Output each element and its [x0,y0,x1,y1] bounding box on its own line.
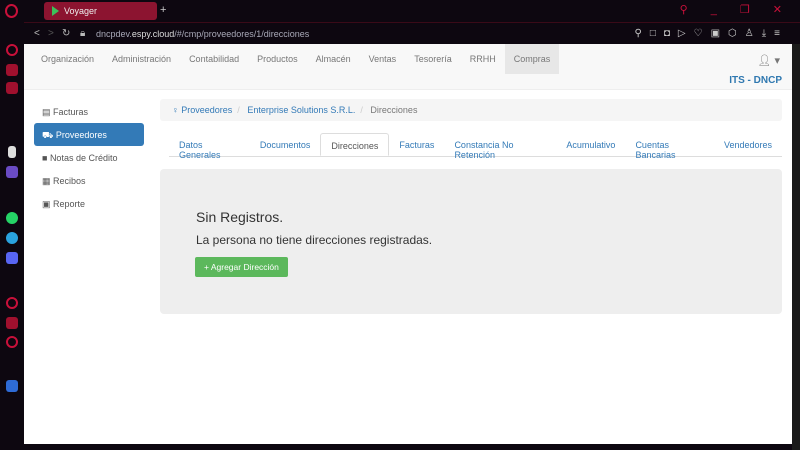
download-icon[interactable] [6,317,18,329]
supplier-icon: ♀ [172,105,179,115]
sidebar-menu: ▤ Facturas ⛟ Proveedores ■ Notas de Créd… [34,100,144,215]
settings-icon[interactable] [6,336,18,348]
nav-productos[interactable]: Productos [248,44,307,74]
nav-ventas[interactable]: Ventas [360,44,406,74]
new-tab-button[interactable]: + [160,4,166,16]
top-navbar: Organización Administración Contabilidad… [24,44,792,74]
clock-icon[interactable] [6,297,18,309]
forward-icon[interactable]: > [48,28,54,39]
breadcrumb: ♀ Proveedores / Enterprise Solutions S.R.… [160,99,782,121]
sidebar-item-recibos[interactable]: ▦ Recibos [34,169,144,192]
organization-label: ITS - DNCP [729,75,782,86]
tab-facturas[interactable]: Facturas [389,133,444,156]
browser-tab[interactable]: Voyager [44,2,157,20]
opera-logo-icon[interactable] [5,4,18,18]
supplier-tabs: Datos Generales Documentos Direcciones F… [169,133,782,160]
aria-icon[interactable] [8,146,16,158]
breadcrumb-current: Direcciones [370,105,418,115]
nav-tesoreria[interactable]: Tesorería [405,44,461,74]
sidebar-item-proveedores[interactable]: ⛟ Proveedores [34,123,144,146]
empty-message: La persona no tiene direcciones registra… [196,233,433,247]
tab-cuentas-bancarias[interactable]: Cuentas Bancarias [625,133,714,160]
tab-constancia[interactable]: Constancia No Retención [444,133,556,160]
url-field[interactable]: dncpdev.espy.cloud/#/cmp/proveedores/1/d… [96,29,309,39]
browser-sidebar [0,22,24,450]
reload-icon[interactable]: ↻ [62,28,70,39]
bitwarden-icon[interactable] [6,380,18,392]
window-controls[interactable]: ⚲ _ ❐ ✕ [680,3,792,16]
history-icon[interactable] [6,44,18,56]
telegram-icon[interactable] [6,232,18,244]
tab-acumulativo[interactable]: Acumulativo [556,133,625,156]
tab-datos-generales[interactable]: Datos Generales [169,133,250,160]
extension-icon[interactable] [6,64,18,76]
nav-contabilidad[interactable]: Contabilidad [180,44,248,74]
play-icon [52,6,59,16]
breadcrumb-supplier[interactable]: Enterprise Solutions S.R.L. [247,105,355,115]
back-icon[interactable]: < [34,28,40,39]
tab-title: Voyager [64,6,98,16]
breadcrumb-proveedores[interactable]: Proveedores [181,105,232,115]
nav-compras[interactable]: Compras [504,44,560,74]
extension-icon[interactable] [6,82,18,94]
nav-organizacion[interactable]: Organización [32,44,103,74]
empty-state-panel: Sin Registros. La persona no tiene direc… [160,169,782,314]
tab-documentos[interactable]: Documentos [250,133,321,156]
extension-icon[interactable] [6,166,18,178]
subbar [24,74,792,90]
whatsapp-icon[interactable] [6,212,18,224]
address-bar: < > ↻ 🔒︎ dncpdev.espy.cloud/#/cmp/provee… [24,22,800,44]
sidebar-item-reporte[interactable]: ▣ Reporte [34,192,144,215]
empty-title: Sin Registros. [196,209,284,225]
discord-icon[interactable] [6,252,18,264]
sidebar-item-notas-credito[interactable]: ■ Notas de Crédito [34,146,144,169]
lock-icon: 🔒︎ [80,28,86,39]
browser-tabbar: Voyager + ⚲ _ ❐ ✕ [0,0,800,22]
nav-administracion[interactable]: Administración [103,44,180,74]
sidebar-item-facturas[interactable]: ▤ Facturas [34,100,144,123]
add-address-button[interactable]: + Agregar Dirección [195,257,288,277]
app-page: Organización Administración Contabilidad… [24,44,792,444]
toolbar-extension-icons[interactable]: ⚲□◘▷♡▣⬡♙⤓≡ [635,28,788,39]
tab-direcciones[interactable]: Direcciones [320,133,390,156]
scrollbar[interactable] [792,44,800,450]
user-menu-icon[interactable]: 👤︎ ▾ [757,54,780,67]
tab-vendedores[interactable]: Vendedores [714,133,782,156]
nav-almacen[interactable]: Almacén [307,44,360,74]
nav-rrhh[interactable]: RRHH [461,44,505,74]
